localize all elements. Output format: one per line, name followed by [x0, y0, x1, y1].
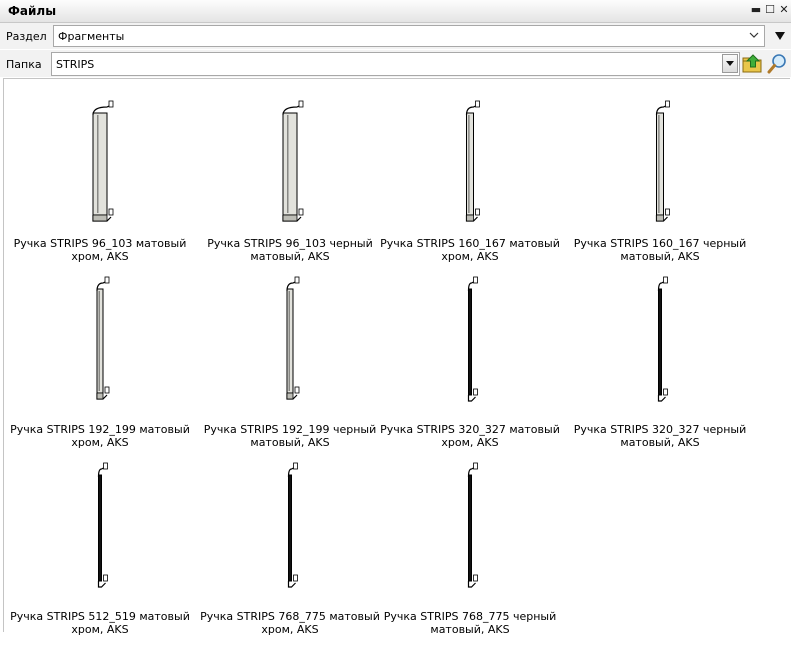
section-select[interactable]: Фрагменты [53, 25, 765, 47]
file-item[interactable]: Ручка STRIPS 512_519 матовый хром, AKS [10, 462, 190, 648]
file-caption: Ручка STRIPS 96_103 матовый хром, AKS [13, 237, 187, 263]
file-item[interactable]: Ручка STRIPS 96_103 матовый хром, AKS [10, 89, 190, 275]
file-caption: Ручка STRIPS 768_775 черный матовый, AKS [383, 610, 557, 636]
file-item[interactable]: Ручка STRIPS 160_167 матовый хром, AKS [380, 89, 560, 275]
folder-up-icon[interactable] [742, 53, 763, 74]
file-caption: Ручка STRIPS 160_167 матовый хром, AKS [380, 237, 560, 263]
handle-thumbnail [467, 276, 478, 402]
file-grid: Ручка STRIPS 96_103 матовый хром, AKS Руч… [3, 78, 790, 636]
handle-thumbnail [96, 276, 110, 400]
file-caption: Ручка STRIPS 512_519 матовый хром, AKS [10, 610, 190, 636]
handle-thumbnail [655, 100, 670, 222]
file-caption: Ручка STRIPS 192_199 матовый хром, AKS [10, 423, 190, 449]
file-item[interactable]: Ручка STRIPS 192_199 матовый хром, AKS [10, 275, 190, 461]
panel-menu-triangle-icon[interactable] [774, 31, 786, 41]
search-icon[interactable] [767, 53, 788, 74]
window-titlebar: Файлы ▬ ☐ ✕ [0, 0, 791, 23]
folder-row: Папка STRIPS [0, 50, 791, 77]
section-label: Раздел [6, 30, 47, 43]
section-value: Фрагменты [58, 30, 125, 43]
file-item[interactable]: Ручка STRIPS 320_327 черный матовый, AKS [570, 275, 750, 461]
folder-label: Папка [6, 58, 42, 71]
handle-thumbnail [282, 100, 304, 222]
file-item[interactable]: Ручка STRIPS 160_167 черный матовый, AKS [570, 89, 750, 275]
folder-select[interactable]: STRIPS [51, 52, 740, 76]
file-caption: Ручка STRIPS 320_327 матовый хром, AKS [380, 423, 560, 449]
handle-thumbnail [92, 100, 114, 222]
handle-thumbnail [465, 100, 480, 222]
handle-thumbnail [286, 276, 300, 400]
handle-thumbnail [467, 462, 478, 588]
close-icon[interactable]: ✕ [778, 4, 790, 16]
chevron-down-icon [749, 32, 759, 38]
file-item[interactable]: Ручка STRIPS 320_327 матовый хром, AKS [380, 275, 560, 461]
file-item[interactable]: Ручка STRIPS 768_775 матовый хром, AKS [200, 462, 380, 648]
handle-thumbnail [657, 276, 668, 402]
triangle-down-icon [726, 61, 734, 66]
minimize-icon[interactable]: ▬ [750, 4, 762, 16]
handle-thumbnail [287, 462, 298, 588]
file-item[interactable]: Ручка STRIPS 768_775 черный матовый, AKS [380, 462, 560, 648]
file-item[interactable]: Ручка STRIPS 96_103 черный матовый, AKS [200, 89, 380, 275]
file-caption: Ручка STRIPS 192_199 черный матовый, AKS [203, 423, 377, 449]
maximize-icon[interactable]: ☐ [764, 4, 776, 16]
file-caption: Ручка STRIPS 320_327 черный матовый, AKS [573, 423, 747, 449]
window-title: Файлы [8, 4, 57, 18]
file-caption: Ручка STRIPS 768_775 матовый хром, AKS [200, 610, 380, 636]
file-caption: Ручка STRIPS 160_167 черный матовый, AKS [573, 237, 747, 263]
file-item[interactable]: Ручка STRIPS 192_199 черный матовый, AKS [200, 275, 380, 461]
section-row: Раздел Фрагменты [0, 23, 791, 49]
file-caption: Ручка STRIPS 96_103 черный матовый, AKS [207, 237, 373, 263]
folder-dropdown-button[interactable] [722, 54, 738, 73]
handle-thumbnail [97, 462, 108, 588]
folder-value: STRIPS [56, 58, 95, 71]
